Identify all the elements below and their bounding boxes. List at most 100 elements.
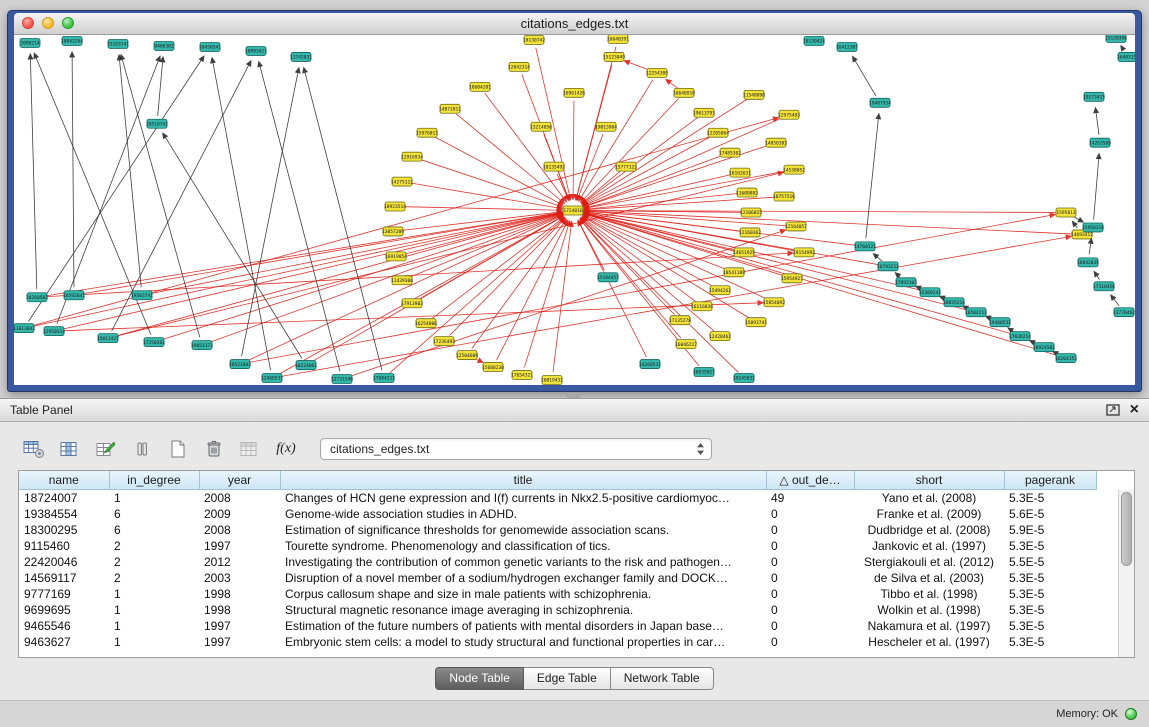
column-header-name[interactable]: name [19, 471, 109, 489]
table-row[interactable]: 1938455462009Genome-wide association stu… [19, 506, 1096, 522]
table-cell[interactable]: 18300295 [19, 522, 109, 538]
graph-node[interactable]: 15854092 [763, 298, 785, 307]
float-panel-icon[interactable] [1106, 404, 1120, 416]
graph-node[interactable]: 17913903 [401, 299, 423, 308]
table-cell[interactable]: Estimation of significance thresholds fo… [280, 522, 766, 538]
select-columns-button[interactable] [54, 435, 86, 463]
table-cell[interactable]: 0 [766, 586, 854, 602]
table-selector[interactable]: citations_edges.txt [320, 438, 712, 460]
table-cell[interactable]: Embryonic stem cells: a model to study s… [280, 634, 766, 650]
graph-node[interactable]: 15494262 [709, 286, 731, 295]
graph-node[interactable]: 15360241 [919, 288, 941, 297]
graph-node[interactable]: 18604201 [469, 82, 491, 91]
graph-node[interactable]: 12975483 [778, 110, 800, 119]
graph-node[interactable]: 16254806 [415, 319, 437, 328]
function-builder-button[interactable]: f(x) [270, 435, 302, 463]
graph-node[interactable]: 18130424 [803, 36, 825, 45]
network-canvas[interactable]: 1724016151230491225430916640910196137931… [14, 35, 1135, 385]
graph-node[interactable]: 16504213 [965, 308, 987, 317]
table-cell[interactable]: 0 [766, 506, 854, 522]
graph-node[interactable]: 19245032 [733, 374, 755, 383]
table-cell[interactable]: 2009 [199, 506, 280, 522]
table-cell[interactable]: 1998 [199, 586, 280, 602]
graph-node[interactable]: 15013427 [97, 334, 119, 343]
graph-node[interactable]: 12504609 [456, 351, 478, 360]
table-cell[interactable]: 9699695 [19, 602, 109, 618]
graph-node[interactable]: 15950318 [1082, 223, 1104, 232]
table-cell[interactable]: 5.3E-5 [1004, 618, 1096, 634]
table-cell[interactable]: 5.3E-5 [1004, 634, 1096, 650]
graph-node[interactable]: 14263509 [1089, 138, 1111, 147]
graph-node[interactable]: 19487934 [869, 98, 891, 107]
graph-node[interactable]: 10993421 [245, 46, 267, 55]
table-row[interactable]: 2242004622012Investigating the contribut… [19, 554, 1096, 570]
graph-node[interactable]: 15777123 [615, 162, 637, 171]
table-cell[interactable]: Wolkin et al. (1998) [854, 602, 1004, 618]
table-cell[interactable]: 1 [109, 618, 199, 634]
graph-node[interactable]: 12916934 [401, 152, 423, 161]
table-cell[interactable]: 49 [766, 489, 854, 506]
scrollbar-thumb[interactable] [1121, 492, 1132, 566]
zoom-window-button[interactable] [62, 17, 74, 29]
graph-node[interactable]: 15203741 [107, 39, 129, 48]
graph-node[interactable]: 15093741 [745, 318, 767, 327]
graph-node[interactable]: 14275112 [391, 177, 413, 186]
table-cell[interactable]: 2 [109, 538, 199, 554]
table-cell[interactable]: 14569117 [19, 570, 109, 586]
table-cell[interactable]: Jankovic et al. (1997) [854, 538, 1004, 554]
graph-node[interactable]: 20510742 [146, 119, 168, 128]
table-cell[interactable]: 9115460 [19, 538, 109, 554]
graph-node[interactable]: 15976013 [416, 128, 438, 137]
graph-node[interactable]: 16019432 [541, 376, 563, 385]
table-cell[interactable]: 2008 [199, 522, 280, 538]
minimize-window-button[interactable] [42, 17, 54, 29]
graph-node[interactable]: 12254309 [646, 68, 668, 77]
graph-node[interactable]: 12731540 [331, 375, 353, 384]
table-cell[interactable]: 5.3E-5 [1004, 489, 1096, 506]
graph-node[interactable]: 14871811 [439, 104, 461, 113]
table-cell[interactable]: 1997 [199, 634, 280, 650]
table-cell[interactable]: 0 [766, 618, 854, 634]
graph-node[interactable]: 14260531 [639, 360, 661, 369]
graph-node[interactable]: 17250361 [143, 338, 165, 347]
table-cell[interactable]: Tibbo et al. (1998) [854, 586, 1004, 602]
graph-node[interactable]: 19013904 [595, 122, 617, 131]
graph-node[interactable]: 19613793 [693, 108, 715, 117]
table-cell[interactable]: Investigating the contribution of common… [280, 554, 766, 570]
graph-node[interactable]: 17310456 [1093, 282, 1115, 291]
graph-node[interactable]: 14651925 [733, 248, 755, 257]
graph-node[interactable]: 17135278 [669, 316, 691, 325]
close-panel-icon[interactable]: × [1130, 403, 1139, 417]
graph-node[interactable]: 16842035 [1077, 258, 1099, 267]
table-cell[interactable]: Disruption of a novel member of a sodium… [280, 570, 766, 586]
graph-node[interactable]: 18130742 [523, 35, 545, 44]
graph-node[interactable]: 13057209 [382, 227, 404, 236]
table-cell[interactable]: 0 [766, 538, 854, 554]
table-cell[interactable]: Nakamura et al. (1997) [854, 618, 1004, 634]
table-cell[interactable]: Yano et al. (2008) [854, 489, 1004, 506]
graph-node[interactable]: 12160362 [739, 228, 761, 237]
graph-node[interactable]: 18224062 [295, 361, 317, 370]
table-cell[interactable]: Changes of HCN gene expression and I(f) … [280, 489, 766, 506]
graph-node[interactable]: 17236493 [433, 337, 455, 346]
table-cell[interactable]: 0 [766, 602, 854, 618]
graph-node[interactable]: 14538052 [783, 165, 805, 174]
graph-node[interactable]: 17485302 [719, 148, 741, 157]
table-cell[interactable]: Stergiakouli et al. (2012) [854, 554, 1004, 570]
table-cell[interactable]: Genome-wide association studies in ADHD. [280, 506, 766, 522]
table-cell[interactable]: 2012 [199, 554, 280, 570]
import-table-button[interactable] [234, 435, 266, 463]
graph-node[interactable]: 12460537 [261, 374, 283, 383]
table-cell[interactable]: 1 [109, 586, 199, 602]
graph-node[interactable]: 19051373 [191, 341, 213, 350]
graph-node[interactable]: 18924502 [1033, 343, 1055, 352]
graph-node[interactable]: 17604213 [373, 374, 395, 383]
table-cell[interactable]: 0 [766, 522, 854, 538]
table-cell[interactable]: 19384554 [19, 506, 109, 522]
graph-node[interactable]: 12950314 [43, 327, 65, 336]
graph-node[interactable]: 16919054 [385, 252, 407, 261]
table-cell[interactable]: Estimation of the future numbers of pati… [280, 618, 766, 634]
graph-node[interactable]: 12205064 [707, 128, 729, 137]
table-cell[interactable]: 5.3E-5 [1004, 538, 1096, 554]
graph-node[interactable]: 18035214 [943, 298, 965, 307]
